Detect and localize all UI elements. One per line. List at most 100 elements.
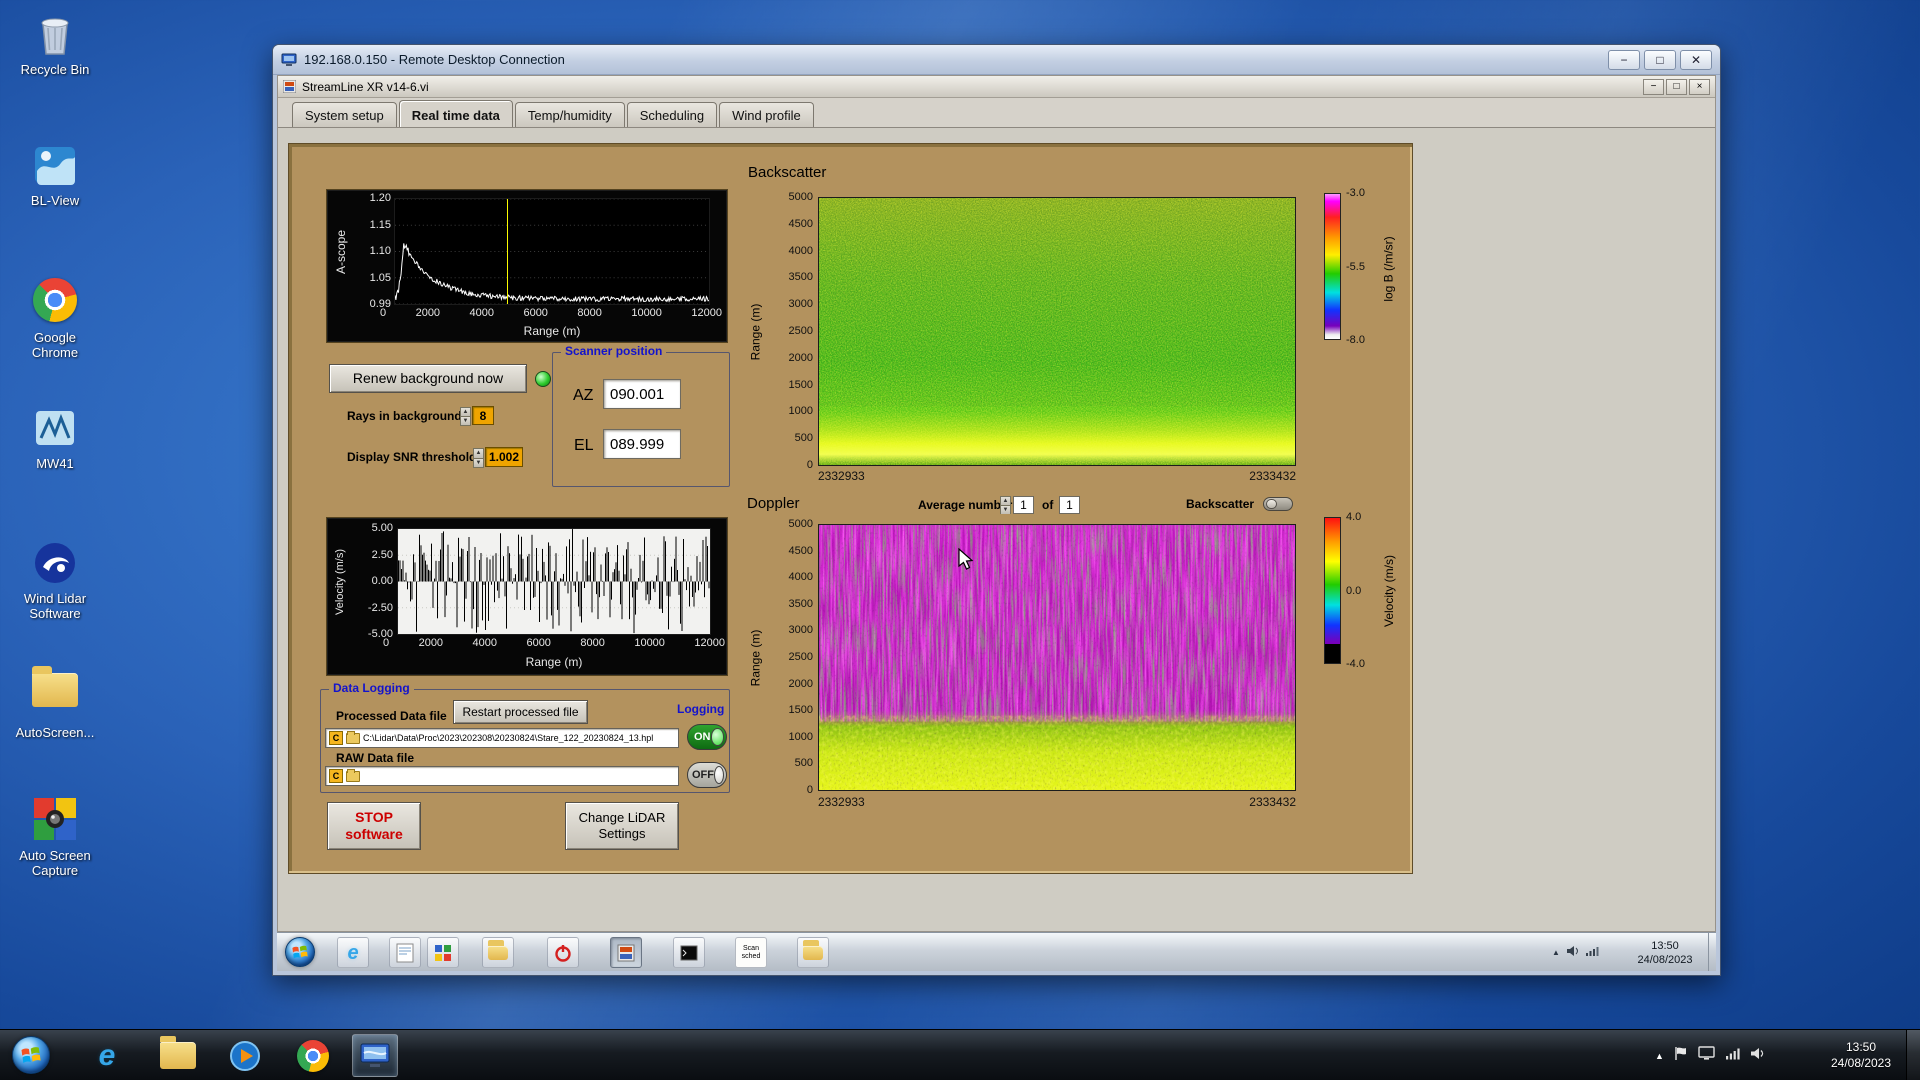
desktop-icon-bl-view[interactable]: BL-View — [12, 141, 98, 209]
raw-file-path-field[interactable]: C — [325, 766, 679, 786]
tick-label: 6000 — [526, 637, 551, 649]
desktop-icon-autoscreen-folder[interactable]: AutoScreen... — [12, 661, 98, 741]
tab-scheduling[interactable]: Scheduling — [626, 102, 718, 127]
remote-show-desktop-button[interactable] — [1708, 933, 1716, 971]
stop-software-button[interactable]: STOP software — [327, 802, 421, 850]
desktop-icon-mw41[interactable]: MW41 — [12, 404, 98, 472]
vi-restore-button[interactable]: □ — [1666, 78, 1687, 95]
tab-wind-profile[interactable]: Wind profile — [719, 102, 814, 127]
tray-network-icon[interactable] — [1725, 1047, 1740, 1065]
data-logging-group: Data Logging Processed Data file Restart… — [320, 681, 730, 793]
velocity-x-axis-label: Range (m) — [525, 655, 583, 669]
average-number-value[interactable]: 1 — [1013, 496, 1034, 514]
remote-taskbar-cmd-icon[interactable] — [673, 937, 705, 968]
tab-temp-humidity[interactable]: Temp/humidity — [514, 102, 625, 127]
tray-chevron-icon[interactable]: ▲ — [1655, 1051, 1664, 1061]
mouse-cursor — [958, 547, 974, 577]
remote-clock[interactable]: 13:50 24/08/2023 — [1629, 940, 1701, 968]
raw-logging-toggle[interactable]: OFF — [687, 762, 727, 788]
taskbar-ie-icon[interactable]: e — [84, 1034, 130, 1077]
tick-label: 1.20 — [369, 192, 391, 204]
tick-label: 2000 — [418, 637, 444, 649]
remote-taskbar-wordpad-icon[interactable] — [389, 937, 421, 968]
processed-logging-toggle[interactable]: ON — [687, 724, 727, 750]
backscatter-y-ticks: 5000 4500 4000 3500 3000 2500 2000 1500 1000 500 0 — [769, 192, 813, 471]
tick-label: -8.0 — [1346, 334, 1365, 346]
remote-taskbar-power-icon[interactable] — [547, 937, 579, 968]
tab-system-setup[interactable]: System setup — [292, 102, 397, 127]
host-taskbar: e ▲ 13:50 24/08/2023 — [0, 1029, 1920, 1080]
snr-threshold-value[interactable]: 1.002 — [485, 447, 523, 467]
az-label: AZ — [573, 387, 594, 404]
taskbar-rdp-icon[interactable] — [352, 1034, 398, 1077]
vi-close-button[interactable]: × — [1689, 78, 1710, 95]
tray-flag-icon[interactable] — [1674, 1046, 1688, 1066]
velocity-plot — [397, 528, 711, 635]
volume-icon[interactable] — [1566, 945, 1579, 960]
c-drive-chip[interactable]: C — [329, 731, 343, 745]
vi-titlebar[interactable]: StreamLine XR v14-6.vi − □ × — [278, 76, 1715, 98]
remote-taskbar-explorer-icon[interactable] — [482, 937, 514, 968]
vi-titlebar-icon — [283, 80, 296, 93]
change-lidar-settings-button[interactable]: Change LiDAR Settings — [565, 802, 679, 850]
average-number-spinner[interactable]: ▲ ▼ — [1000, 496, 1011, 514]
vi-minimize-button[interactable]: − — [1643, 78, 1664, 95]
browse-folder-icon[interactable] — [346, 768, 360, 782]
rdp-maximize-button[interactable]: □ — [1644, 49, 1676, 70]
desktop-icon-google-chrome[interactable]: Google Chrome — [12, 276, 98, 361]
renew-background-button[interactable]: Renew background now — [329, 364, 527, 393]
start-button[interactable] — [12, 1036, 50, 1074]
backscatter-title: Backscatter — [748, 164, 827, 181]
velocity-y-ticks: 5.00 2.50 0.00 -2.50 -5.00 — [351, 523, 393, 640]
az-value[interactable]: 090.001 — [603, 379, 681, 409]
network-icon[interactable] — [1585, 945, 1599, 960]
taskbar-clock[interactable]: 13:50 24/08/2023 — [1822, 1040, 1900, 1071]
desktop-icon-recycle-bin[interactable]: Recycle Bin — [12, 10, 98, 78]
remote-taskbar-streamline-xr-icon[interactable] — [610, 937, 642, 968]
rays-in-background-value[interactable]: 8 — [472, 406, 494, 425]
desktop-icon-label: AutoScreen... — [15, 725, 95, 740]
backscatter-toggle[interactable] — [1263, 497, 1293, 511]
snr-threshold-label: Display SNR threshold — [347, 450, 477, 464]
logging-label: Logging — [677, 702, 725, 716]
tick-label: -5.5 — [1346, 260, 1365, 273]
rdp-close-button[interactable]: ✕ — [1680, 49, 1712, 70]
remote-start-button[interactable] — [285, 937, 315, 967]
desktop-icon-auto-screen-capture[interactable]: Auto Screen Capture — [12, 796, 98, 879]
desktop-icon-wind-lidar-software[interactable]: Wind Lidar Software — [12, 539, 98, 622]
taskbar-explorer-icon[interactable] — [155, 1034, 201, 1077]
backscatter-x-labels: 2332933 2333432 — [818, 469, 1296, 483]
front-panel: Backscatter A-scope 1.20 1.15 1.10 1.05 0.99… — [288, 143, 1413, 874]
rdp-titlebar[interactable]: 192.168.0.150 - Remote Desktop Connectio… — [273, 45, 1720, 75]
rays-spinner[interactable]: ▲ ▼ — [460, 407, 471, 426]
backscatter-heatmap-group: Range (m) 5000 4500 4000 3500 3000 2500 2000 15… — [743, 187, 1321, 487]
restart-processed-file-button[interactable]: Restart processed file — [453, 700, 588, 724]
tick-label: 6000 — [523, 307, 548, 319]
snr-spinner[interactable]: ▲ ▼ — [473, 448, 484, 468]
tray-chevron-icon[interactable]: ▲ — [1552, 948, 1560, 957]
tab-real-time-data[interactable]: Real time data — [398, 100, 513, 127]
remote-taskbar-scan-sched-icon[interactable]: Scan sched — [735, 937, 767, 968]
remote-taskbar-folder-icon[interactable] — [797, 937, 829, 968]
c-drive-chip[interactable]: C — [329, 769, 343, 783]
tray-volume-icon[interactable] — [1750, 1047, 1765, 1065]
desktop-icon-label: Auto Screen Capture — [19, 848, 91, 878]
tray-display-icon[interactable] — [1698, 1046, 1715, 1065]
vi-window: StreamLine XR v14-6.vi − □ × System setu… — [277, 75, 1716, 932]
tick-label: 1.10 — [369, 245, 391, 257]
el-value[interactable]: 089.999 — [603, 429, 681, 459]
taskbar-media-player-icon[interactable] — [222, 1034, 268, 1077]
rdp-window-title: 192.168.0.150 - Remote Desktop Connectio… — [304, 52, 565, 67]
show-desktop-button[interactable] — [1906, 1030, 1920, 1080]
processed-file-path-field[interactable]: C C:\Lidar\Data\Proc\2023\202308\2023082… — [325, 728, 679, 748]
average-total-value[interactable]: 1 — [1059, 496, 1080, 514]
remote-taskbar-app-grid-icon[interactable] — [427, 937, 459, 968]
tick-label: 0 — [383, 637, 390, 649]
tick-label: 4000 — [788, 571, 813, 584]
doppler-y-axis-label: Range (m) — [748, 629, 762, 686]
tick-label: 5.00 — [371, 522, 393, 534]
taskbar-chrome-icon[interactable] — [290, 1034, 336, 1077]
browse-folder-icon[interactable] — [346, 730, 360, 744]
remote-taskbar-ie-icon[interactable]: e — [337, 937, 369, 968]
rdp-minimize-button[interactable]: − — [1608, 49, 1640, 70]
